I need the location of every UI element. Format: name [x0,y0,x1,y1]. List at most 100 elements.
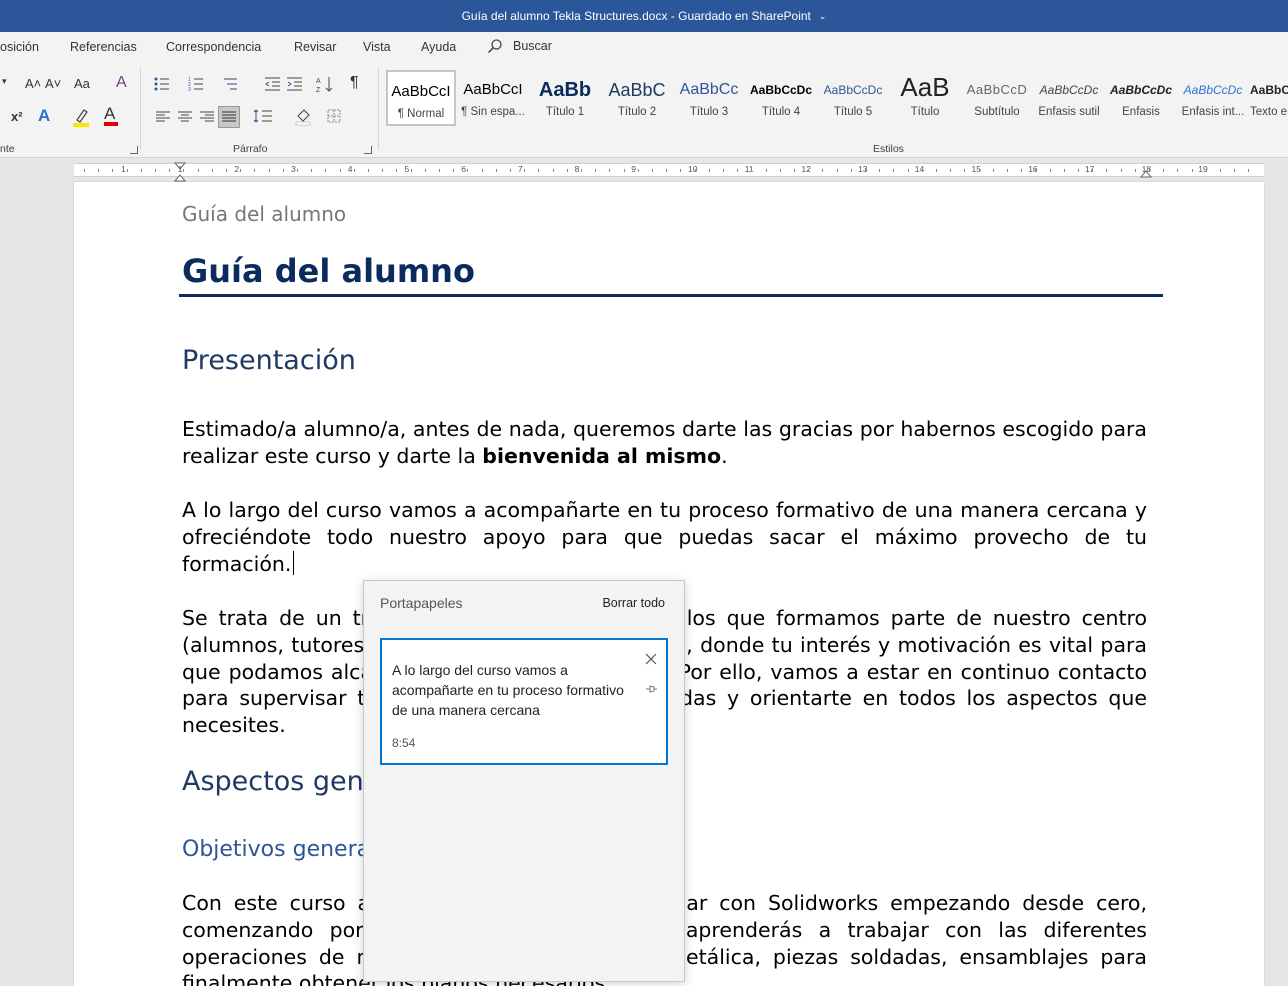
ruler-tick [495,169,497,172]
ruler-tick [339,169,341,172]
tab-vista[interactable]: Vista [363,40,391,54]
style-normal[interactable]: AaBbCcI ¶ Normal [386,70,456,126]
style-label: Título 5 [833,106,873,118]
ruler-tick [268,169,270,172]
paragraph-1[interactable]: Estimado/a alumno/a, antes de nada, quer… [182,416,1147,470]
ruler-tick [893,169,895,172]
grow-font-icon[interactable]: A˄ [25,76,41,91]
ruler-tick [183,169,185,172]
font-size-dropdown-icon[interactable]: ▾ [2,76,7,87]
title-underline [179,294,1163,297]
ruler-tick [424,169,426,172]
sort-icon[interactable]: AZ [316,75,336,93]
paragraph-dialog-launcher[interactable] [364,146,372,154]
align-center-icon[interactable] [177,110,193,124]
ruler-number: 3 [291,164,296,174]
text-effects-icon[interactable]: A [38,106,50,126]
clear-format-icon[interactable]: A [116,74,127,92]
pin-icon[interactable] [644,682,658,696]
style-label: Énfasis [1122,106,1160,118]
ruler-tick [836,169,838,172]
justify-button[interactable] [218,106,240,128]
style-titulo-5[interactable]: AaBbCcDc Título 5 [818,70,888,126]
ruler-number: 1 [177,164,183,174]
decrease-indent-icon[interactable] [264,76,282,92]
ruler-tick [1234,169,1236,172]
ruler-tick [1220,169,1221,172]
font-color-icon[interactable]: A [104,104,118,126]
style-titulo-2[interactable]: AaBbC Título 2 [602,70,672,126]
ruler-tick [467,169,469,172]
ruler-tick [410,169,412,172]
paragraph-text: A lo largo del curso vamos a acompañarte… [182,498,1147,576]
ruler-number: 14 [914,164,925,174]
ruler-tick [708,169,710,172]
clear-all-button[interactable]: Borrar todo [602,596,665,610]
shrink-font-icon[interactable]: A˅ [45,76,61,91]
ruler-tick [623,169,625,172]
shading-icon[interactable] [294,106,318,126]
ruler-tick [126,169,128,172]
style-label: ¶ Normal [397,108,445,120]
style-label: Título [910,106,940,118]
ruler-tick [808,169,810,172]
align-left-icon[interactable] [155,110,171,124]
show-formatting-icon[interactable]: ¶ [350,74,359,92]
style-titulo[interactable]: AaB Título [890,70,960,126]
borders-icon[interactable] [326,108,346,124]
search-icon [487,39,502,54]
ruler-tick [1134,169,1136,172]
ruler-number: 2 [234,164,240,174]
ruler-tick [453,169,455,172]
tab-ayuda[interactable]: Ayuda [421,40,456,54]
style-enfasis-sutil[interactable]: AaBbCcDc Énfasis sutil [1034,70,1104,126]
numbering-icon[interactable]: 123 [188,76,210,92]
tab-correspondencia[interactable]: Correspondencia [166,40,261,54]
style-titulo-4[interactable]: AaBbCcDc Título 4 [746,70,816,126]
ruler-tick [382,169,384,172]
ruler-tick [879,169,881,172]
ruler-tick [353,169,355,172]
style-subtitulo[interactable]: AaBbCcD Subtítulo [962,70,1032,126]
style-preview: AaBbCcDc [749,83,812,97]
increase-indent-icon[interactable] [286,76,304,92]
horizontal-ruler[interactable]: 1 1 2 3 4 5 6 7 8 9 10 11 12 13 14 15 16 17 18 19 [74,162,1264,182]
style-titulo-3[interactable]: AaBbCc Título 3 [674,70,744,126]
style-sin-espaciado[interactable]: AaBbCcI ¶ Sin espa... [458,70,528,126]
style-texto-en-negrita[interactable]: AaBbCcDc Texto e [1250,70,1288,126]
tab-referencias[interactable]: Referencias [70,40,137,54]
ruler-tick [1120,169,1122,172]
ruler-number: 12 [801,164,811,174]
ruler-tick [822,169,824,172]
ruler-tick [1078,169,1079,172]
style-preview: AaBbCcD [966,82,1028,97]
style-titulo-1[interactable]: AaBb Título 1 [530,70,600,126]
style-label: Título 3 [689,106,729,118]
ruler-tick [964,169,966,172]
paragraph-2[interactable]: A lo largo del curso vamos a acompañarte… [182,497,1147,577]
font-dialog-launcher[interactable] [130,146,138,154]
clipboard-panel[interactable]: Portapapeles Borrar todo A lo largo del … [363,580,685,982]
ribbon: ▾ A˄ A˅ Aa A x² A A 123 AZ ¶ nte Párrafo… [0,62,1288,158]
ruler-tick [1177,169,1179,172]
align-right-icon[interactable] [199,110,215,124]
bold-text: bienvenida al mismo [482,443,722,468]
style-enfasis[interactable]: AaBbCcDc Énfasis [1106,70,1176,126]
search-box[interactable]: Buscar [487,38,552,54]
highlight-icon[interactable] [71,106,93,131]
close-icon[interactable] [644,652,658,666]
tab-revisar[interactable]: Revisar [294,40,336,54]
style-enfasis-intenso[interactable]: AaBbCcDc Énfasis int... [1178,70,1248,126]
multilevel-list-icon[interactable] [222,76,244,92]
style-preview: AaB [900,72,950,102]
superscript-icon[interactable]: x² [11,109,23,124]
title-dropdown-icon[interactable]: ⌄ [819,11,827,22]
heading-presentacion[interactable]: Presentación [182,345,356,376]
clipboard-item[interactable]: A lo largo del curso vamos a acompañarte… [380,638,668,765]
ruler-tick [368,169,369,172]
change-case-icon[interactable]: Aa [74,76,90,91]
line-spacing-icon[interactable] [252,108,278,124]
tab-disposicion[interactable]: osición [0,40,39,54]
document-title[interactable]: Guía del alumno [182,252,475,290]
bullets-icon[interactable] [154,76,174,92]
